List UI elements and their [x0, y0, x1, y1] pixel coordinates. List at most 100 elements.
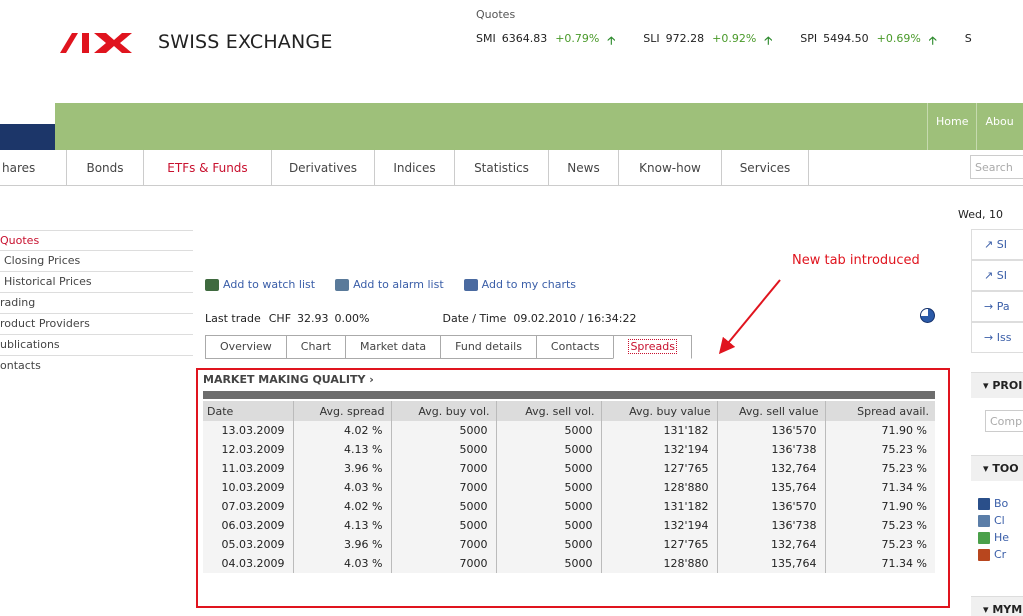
right-head-products[interactable]: ▾ PROI [971, 372, 1023, 398]
last-trade-price: 32.93 [297, 312, 329, 325]
table-cell: 132'194 [601, 516, 718, 535]
left-menu-product-providers[interactable]: roduct Providers [0, 314, 193, 335]
quote-sli[interactable]: SLI 972.28 +0.92% 🡡 [643, 32, 784, 51]
quote-smi[interactable]: SMI 6364.83 +0.79% 🡡 [476, 32, 627, 51]
quotes-ticker: Quotes SMI 6364.83 +0.79% 🡡 SLI 972.28 +… [476, 8, 1023, 51]
tool-icon [978, 548, 990, 561]
quote-change: +0.92% [712, 32, 757, 45]
table-cell: 75.23 % [825, 535, 935, 554]
last-trade-change: 0.00% [334, 312, 370, 325]
right-link[interactable]: ↗ SI [971, 260, 1023, 291]
nav-know-how[interactable]: Know-how [619, 150, 722, 186]
company-search-input[interactable]: Comp [985, 410, 1023, 432]
nav-services[interactable]: Services [722, 150, 809, 186]
col-spread-avail[interactable]: Spread avail. [825, 401, 935, 421]
alarm-list-icon [335, 278, 350, 291]
tool-label: Bo [994, 497, 1009, 510]
table-row: 06.03.2009 4.13 % 5000 5000 132'194 136'738 75… [203, 516, 935, 535]
col-date[interactable]: Date [203, 401, 294, 421]
table-cell: 131'182 [601, 421, 718, 440]
nav-shares[interactable]: hares [0, 150, 67, 186]
top-links: Home Abou [927, 103, 1023, 150]
left-menu-trading[interactable]: rading [0, 293, 193, 314]
table-cell: 5000 [496, 535, 602, 554]
table-cell: 128'880 [601, 478, 718, 497]
add-my-charts-link[interactable]: Add to my charts [463, 278, 576, 291]
table-cell: 5000 [391, 421, 497, 440]
left-menu-historical-prices[interactable]: Historical Prices [0, 272, 193, 293]
quote-spi[interactable]: SPI 5494.50 +0.69% 🡡 [800, 32, 948, 51]
six-logo[interactable]: SWISS EXCHANGE [58, 22, 333, 62]
quote-next[interactable]: S [965, 32, 978, 51]
table-row: 05.03.2009 3.96 % 7000 5000 127'765 132,764 75… [203, 535, 935, 554]
tab-overview[interactable]: Overview [205, 335, 287, 359]
table-cell: 5000 [496, 440, 602, 459]
quote-value: 5494.50 [823, 32, 869, 45]
table-cell: 4.02 % [293, 497, 392, 516]
table-cell: 06.03.2009 [203, 516, 294, 535]
table-cell: 4.02 % [293, 421, 392, 440]
add-alarm-list-link[interactable]: Add to alarm list [335, 278, 444, 291]
table-cell: 135,764 [717, 554, 826, 573]
add-watch-list-link[interactable]: Add to watch list [205, 278, 315, 291]
col-avg-spread[interactable]: Avg. spread [293, 401, 392, 421]
table-cell: 5000 [496, 459, 602, 478]
table-cell: 3.96 % [293, 459, 392, 478]
nav-news[interactable]: News [549, 150, 619, 186]
nav-derivatives[interactable]: Derivatives [272, 150, 375, 186]
tab-fund-details[interactable]: Fund details [440, 335, 537, 359]
left-menu-publications[interactable]: ublications [0, 335, 193, 356]
left-menu-closing-prices[interactable]: Closing Prices [0, 251, 193, 272]
datetime-label: Date / Time [442, 312, 507, 325]
nav-statistics[interactable]: Statistics [455, 150, 549, 186]
tab-spreads[interactable]: Spreads [613, 335, 692, 359]
currency: CHF [268, 312, 292, 325]
table-cell: 11.03.2009 [203, 459, 294, 478]
about-link[interactable]: Abou [976, 103, 1021, 150]
table-cell: 04.03.2009 [203, 554, 294, 573]
nav-etfs-funds[interactable]: ETFs & Funds [144, 150, 272, 186]
right-tools: Bo Cl He Cr [978, 495, 1009, 563]
table-cell: 5000 [496, 516, 602, 535]
table-header-row: Date Avg. spread Avg. buy vol. Avg. sell… [203, 401, 935, 421]
nav-indices[interactable]: Indices [375, 150, 455, 186]
quote-change: +0.69% [876, 32, 921, 45]
right-head-tools[interactable]: ▾ TOO [971, 455, 1023, 481]
right-link[interactable]: ↗ SI [971, 229, 1023, 260]
tool-label: Cr [994, 548, 1007, 561]
tool-item[interactable]: Bo [978, 495, 1009, 512]
table-cell: 75.23 % [825, 516, 935, 535]
tab-market-data[interactable]: Market data [345, 335, 442, 359]
home-link[interactable]: Home [927, 103, 976, 150]
table-cell: 128'880 [601, 554, 718, 573]
globe-icon[interactable] [920, 308, 935, 323]
right-date: Wed, 10 [958, 208, 1003, 221]
tool-icon [978, 531, 990, 544]
quote-symbol: SMI [476, 32, 496, 45]
table-cell: 5000 [391, 497, 497, 516]
right-head-mym[interactable]: ▾ MYM [971, 596, 1023, 616]
tool-item[interactable]: Cr [978, 546, 1009, 563]
logo-text: SWISS EXCHANGE [158, 31, 333, 53]
right-link[interactable]: → Pa [971, 291, 1023, 322]
col-avg-buy-value[interactable]: Avg. buy value [601, 401, 718, 421]
nav-bonds[interactable]: Bonds [67, 150, 144, 186]
col-avg-sell-vol[interactable]: Avg. sell vol. [496, 401, 602, 421]
six-logo-icon [60, 33, 132, 53]
col-avg-buy-vol[interactable]: Avg. buy vol. [391, 401, 497, 421]
tool-item[interactable]: He [978, 529, 1009, 546]
watch-list-icon [205, 278, 219, 291]
tab-contacts[interactable]: Contacts [535, 335, 615, 359]
tool-item[interactable]: Cl [978, 512, 1009, 529]
arrow-up-icon: 🡡 [928, 34, 937, 47]
section-title[interactable]: MARKET MAKING QUALITY › [203, 373, 374, 386]
search-input[interactable]: Search [970, 155, 1023, 179]
left-menu-quotes[interactable]: Quotes [0, 230, 193, 251]
col-avg-sell-value[interactable]: Avg. sell value [717, 401, 826, 421]
table-cell: 7000 [391, 459, 497, 478]
tab-chart[interactable]: Chart [285, 335, 347, 359]
right-link[interactable]: → Iss [971, 322, 1023, 353]
tab-spreads-label: Spreads [628, 339, 677, 354]
add-watch-list-label: Add to watch list [223, 278, 316, 291]
left-menu-contacts[interactable]: ontacts [0, 356, 193, 377]
